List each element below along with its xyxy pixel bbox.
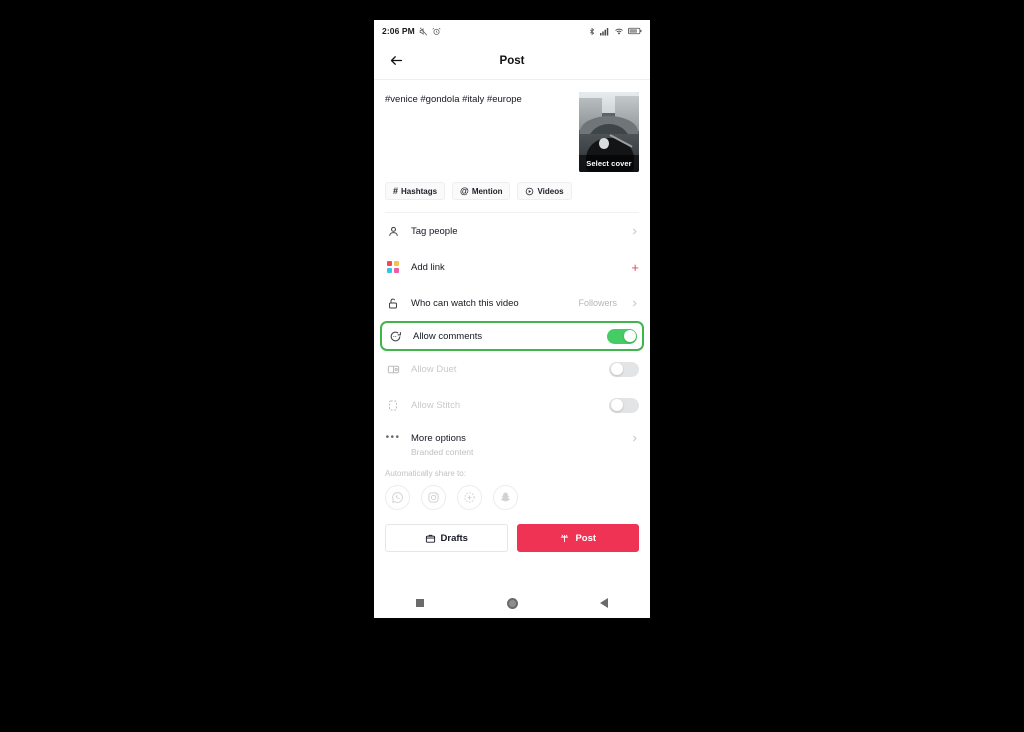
- back-arrow-icon: [390, 56, 402, 65]
- instagram-icon[interactable]: [421, 485, 446, 510]
- row-allow-duet-label: Allow Duet: [411, 363, 457, 375]
- at-icon: @: [460, 185, 469, 196]
- unlock-icon: [385, 297, 401, 310]
- row-allow-comments-label: Allow comments: [413, 330, 483, 342]
- link-grid-icon: [385, 261, 401, 273]
- sparkle-icon: [559, 533, 570, 544]
- person-icon: [385, 225, 401, 238]
- recents-square-icon[interactable]: [402, 588, 438, 618]
- row-allow-stitch[interactable]: Allow Stitch: [374, 387, 650, 423]
- row-who-can-watch[interactable]: Who can watch this video Followers: [374, 285, 650, 321]
- video-thumbnail[interactable]: Select cover: [579, 92, 639, 172]
- chevron-right-icon: [630, 434, 639, 443]
- footer-actions: Drafts Post: [374, 510, 650, 562]
- select-cover-label[interactable]: Select cover: [579, 155, 639, 172]
- cellular-signal-icon: [600, 27, 610, 36]
- comment-icon: [387, 330, 403, 343]
- snapchat-icon[interactable]: [493, 485, 518, 510]
- toggle-knob: [623, 330, 636, 342]
- battery-icon: [628, 27, 642, 35]
- post-button[interactable]: Post: [516, 524, 639, 552]
- duet-icon: [385, 363, 401, 376]
- phone-screen: 2:06 PM Post #venice #gondola #italy #eu…: [374, 20, 650, 618]
- post-button-label: Post: [575, 532, 597, 544]
- status-time: 2:06 PM: [382, 26, 415, 36]
- screenshot-canvas: 2:06 PM Post #venice #gondola #italy #eu…: [0, 0, 1024, 732]
- back-button[interactable]: [386, 51, 406, 71]
- toggle-knob: [610, 399, 623, 411]
- row-allow-comments[interactable]: Allow comments: [380, 321, 644, 351]
- hashtag-icon: #: [393, 185, 399, 196]
- allow-stitch-toggle[interactable]: [609, 397, 639, 413]
- drafts-button-label: Drafts: [440, 532, 468, 544]
- auto-share-label: Automatically share to:: [385, 469, 466, 478]
- instagram-story-icon[interactable]: [457, 485, 482, 510]
- hashtags-chip-label: Hashtags: [401, 186, 438, 196]
- videos-chip[interactable]: Videos: [517, 182, 572, 200]
- row-tag-people[interactable]: Tag people: [374, 213, 650, 249]
- mention-chip[interactable]: @ Mention: [452, 182, 511, 200]
- page-title: Post: [499, 54, 525, 67]
- allow-duet-toggle[interactable]: [609, 361, 639, 377]
- row-add-link-label: Add link: [411, 261, 445, 273]
- privacy-value: Followers: [578, 298, 617, 308]
- mention-chip-label: Mention: [471, 186, 503, 196]
- row-who-can-watch-label: Who can watch this video: [411, 297, 519, 309]
- allow-comments-toggle[interactable]: [607, 328, 637, 344]
- status-bar: 2:06 PM: [374, 20, 650, 42]
- row-tag-people-label: Tag people: [411, 225, 458, 237]
- row-add-link[interactable]: Add link +: [374, 249, 650, 285]
- ellipsis-icon: •••: [385, 432, 401, 443]
- play-circle-icon: [525, 187, 534, 196]
- status-bar-left: 2:06 PM: [382, 26, 441, 36]
- row-more-options-label: More options: [411, 432, 466, 444]
- android-nav-bar: [374, 588, 650, 618]
- page-header: Post: [374, 42, 650, 80]
- wifi-icon: [614, 27, 624, 36]
- status-bar-right: [588, 27, 642, 36]
- alarm-icon: [432, 27, 441, 36]
- row-more-options[interactable]: ••• More options: [374, 423, 650, 453]
- drafts-icon: [425, 533, 436, 544]
- back-triangle-icon[interactable]: [586, 588, 622, 618]
- quick-insert-chips: # Hashtags @ Mention Videos: [374, 172, 650, 212]
- hashtags-chip[interactable]: # Hashtags: [385, 182, 446, 200]
- stitch-icon: [385, 399, 401, 412]
- auto-share-targets: [374, 485, 650, 510]
- drafts-button[interactable]: Drafts: [385, 524, 508, 552]
- caption-section: #venice #gondola #italy #europe Select c…: [374, 80, 650, 172]
- bluetooth-icon: [588, 27, 596, 36]
- add-link-plus-icon[interactable]: +: [631, 261, 639, 274]
- toggle-knob: [610, 363, 623, 375]
- mute-icon: [419, 26, 428, 36]
- chevron-right-icon: [630, 299, 639, 308]
- videos-chip-label: Videos: [537, 186, 564, 196]
- chevron-right-icon: [630, 227, 639, 236]
- home-circle-icon[interactable]: [494, 588, 530, 618]
- whatsapp-icon[interactable]: [385, 485, 410, 510]
- caption-input[interactable]: #venice #gondola #italy #europe: [385, 92, 569, 172]
- row-allow-stitch-label: Allow Stitch: [411, 399, 461, 411]
- row-allow-duet[interactable]: Allow Duet: [374, 351, 650, 387]
